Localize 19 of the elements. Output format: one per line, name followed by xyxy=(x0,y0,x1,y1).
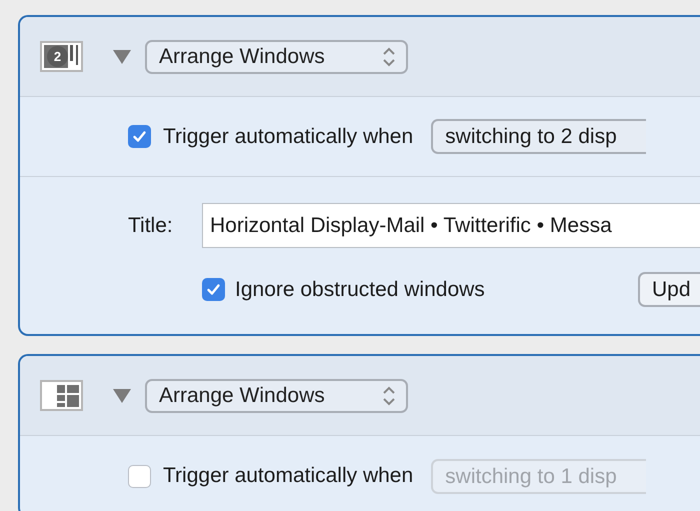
update-button[interactable]: Upd xyxy=(638,272,700,307)
checkbox[interactable] xyxy=(202,278,225,301)
layout-icon xyxy=(40,380,83,411)
title-label: Title: xyxy=(128,212,174,239)
chevron-updown-icon xyxy=(382,46,396,68)
action-popup-button[interactable]: Arrange Windows xyxy=(145,378,408,412)
checkbox[interactable] xyxy=(128,125,151,148)
action-popup-button[interactable]: Arrange Windows xyxy=(145,40,408,74)
checkbox[interactable] xyxy=(128,464,151,488)
checkmark-icon xyxy=(206,282,221,297)
trigger-label: Trigger automatically when xyxy=(163,463,414,490)
disclosure-triangle-icon[interactable] xyxy=(113,388,131,404)
chevron-updown-icon xyxy=(382,384,396,406)
checkmark-icon xyxy=(132,129,147,144)
trigger-label: Trigger automatically when xyxy=(163,124,414,150)
disclosure-triangle-icon[interactable] xyxy=(113,48,131,64)
title-field[interactable]: Horizontal Display-Mail • Twitterific • Messa xyxy=(202,203,700,248)
ignore-label: Ignore obstructed windows xyxy=(235,276,486,303)
condition-popup-button[interactable]: switching to 2 disp xyxy=(431,119,646,154)
